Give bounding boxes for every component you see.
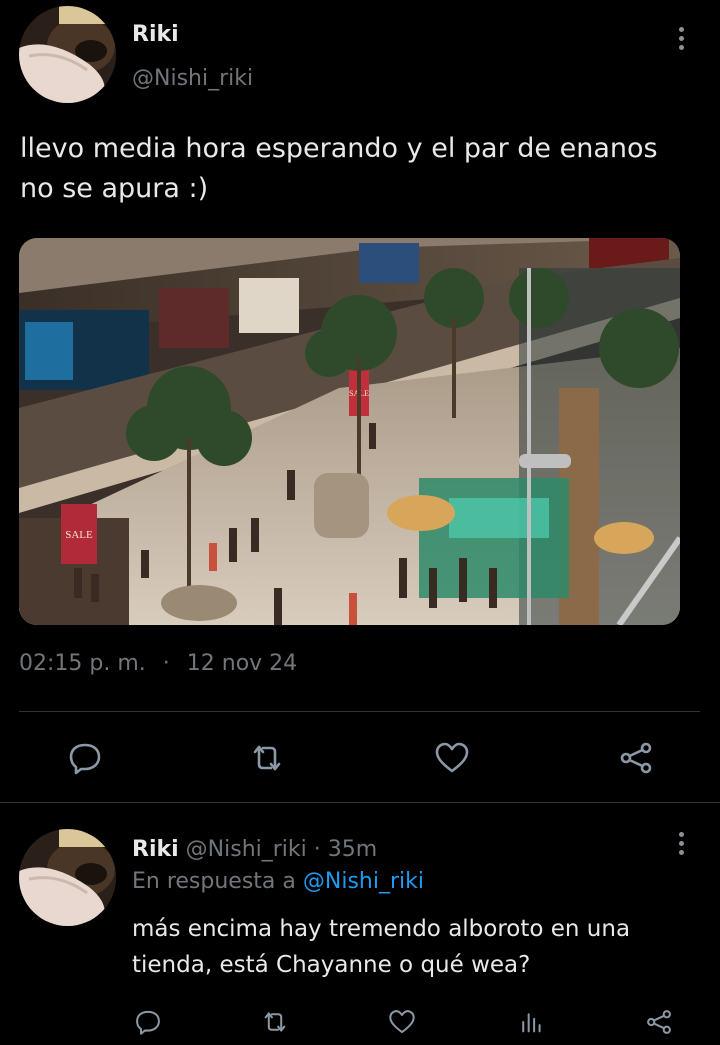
tweet-time: 02:15 p. m. (19, 651, 146, 676)
reply-views-button[interactable] (514, 1005, 548, 1039)
reply-share-button[interactable] (642, 1005, 676, 1039)
reply-text: más encima hay tremendo alboroto en una … (132, 911, 712, 983)
divider (0, 802, 720, 803)
views-icon (522, 1013, 541, 1033)
tweet-text: llevo media hora esperando y el par de e… (20, 129, 715, 209)
avatar[interactable] (19, 6, 116, 103)
replying-to: En respuesta a @Nishi_riki (132, 869, 424, 894)
like-icon (389, 1010, 415, 1034)
shop-sign-sale-1: SALE (65, 529, 93, 541)
tweet-text-line-1: llevo media hora esperando y el par de e… (20, 133, 658, 164)
meta-separator: · (162, 651, 170, 676)
share-icon (620, 742, 652, 774)
reply-age: 35m (327, 837, 378, 862)
retweet-button[interactable] (245, 736, 289, 780)
tweet-text-line-2: no se apura :) (20, 173, 209, 204)
reply-more-options-icon[interactable] (671, 828, 691, 868)
like-icon (435, 742, 469, 773)
retweet-icon (253, 745, 281, 771)
tweet-date: 12 nov 24 (186, 651, 298, 676)
author-name[interactable]: Riki (132, 22, 179, 47)
reply-icon (69, 743, 101, 775)
reply-avatar[interactable] (19, 829, 116, 926)
reply-reply-button[interactable] (131, 1005, 165, 1039)
share-icon (647, 1010, 671, 1034)
like-button[interactable] (430, 736, 474, 780)
reply-button[interactable] (63, 736, 107, 780)
reply-icon (136, 1010, 160, 1035)
reply-text-line-1: más encima hay tremendo alboroto en una (132, 916, 631, 942)
reply-text-line-2: tienda, está Chayanne o qué wea? (132, 952, 531, 978)
more-options-icon[interactable] (671, 23, 691, 63)
reply-retweet-button[interactable] (258, 1005, 292, 1039)
author-handle[interactable]: @Nishi_riki (132, 66, 253, 91)
replying-to-mention[interactable]: @Nishi_riki (303, 869, 424, 894)
reply-header: Riki @Nishi_riki · 35m (132, 837, 377, 862)
retweet-icon (264, 1012, 286, 1032)
reply-like-button[interactable] (385, 1005, 419, 1039)
tweet-timestamp[interactable]: 02:15 p. m. · 12 nov 24 (19, 651, 297, 676)
reply-age-separator: · (313, 837, 321, 862)
divider (19, 711, 700, 712)
reply-author-handle[interactable]: @Nishi_riki (186, 837, 307, 862)
share-button[interactable] (614, 736, 658, 780)
reply-author-name[interactable]: Riki (132, 837, 179, 862)
tweet-photo[interactable]: SALE SALE (19, 238, 680, 625)
replying-to-prefix: En respuesta a (132, 869, 296, 894)
